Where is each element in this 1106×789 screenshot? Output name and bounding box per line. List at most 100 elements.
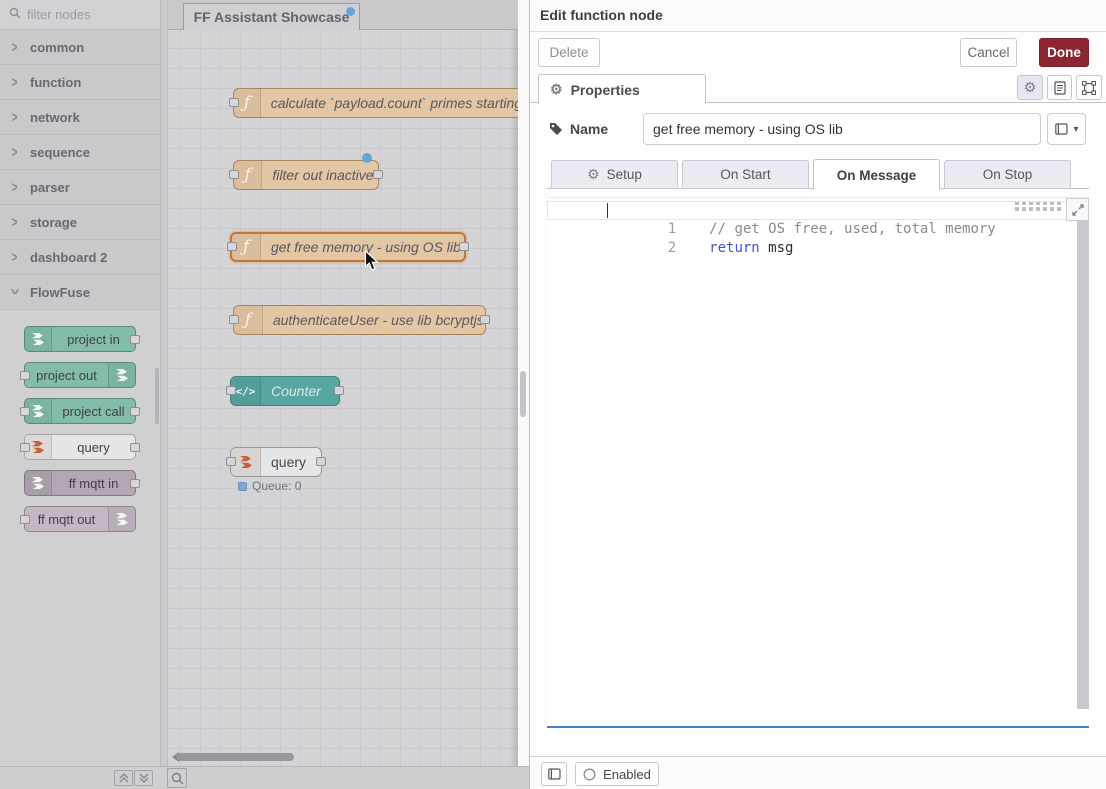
palette-category-sequence[interactable]: > sequence	[0, 135, 160, 170]
flow-tab[interactable]: FF Assistant Showcase	[183, 3, 360, 30]
properties-tab-label: Properties	[571, 82, 640, 98]
input-port[interactable]	[229, 98, 239, 107]
node-counter[interactable]: </> Counter	[230, 376, 340, 406]
horizontal-scrollbar[interactable]	[176, 753, 294, 761]
palette-category-function[interactable]: > function	[0, 65, 160, 100]
library-button[interactable]	[541, 762, 567, 786]
palette-node-ff-mqtt-out[interactable]: ff mqtt out	[24, 506, 136, 532]
tab-on-start[interactable]: On Start	[682, 160, 809, 189]
code-editor[interactable]: 1// get OS free, used, total memory 2ret…	[547, 197, 1089, 728]
input-port[interactable]	[20, 371, 30, 380]
chevron-right-icon: >	[12, 179, 18, 196]
node-filter-out-inactive[interactable]: ƒ filter out inactive	[233, 160, 379, 190]
input-port[interactable]	[226, 386, 236, 395]
output-port[interactable]	[373, 170, 383, 179]
edit-properties-button[interactable]: ⚙	[1017, 75, 1043, 100]
input-port[interactable]	[20, 515, 30, 524]
node-status: Queue: 0	[238, 479, 301, 493]
canvas-vscroll-track[interactable]	[518, 0, 529, 766]
node-authenticate-user[interactable]: ƒ authenticateUser - use lib bcryptjs	[233, 305, 486, 335]
name-input[interactable]	[643, 113, 1041, 145]
input-port[interactable]	[229, 315, 239, 324]
status-text: Queue: 0	[252, 479, 301, 493]
palette: > common > function > network > sequence…	[0, 0, 161, 766]
editor-line: 2return msg	[547, 220, 1076, 239]
flow-canvas: FF Assistant Showcase ƒ calculate `paylo…	[168, 0, 518, 766]
output-port[interactable]	[316, 457, 326, 466]
code-keyword: return	[709, 240, 760, 256]
output-port[interactable]	[334, 386, 344, 395]
workspace-grid[interactable]: ƒ calculate `payload.count` primes start…	[168, 30, 518, 766]
palette-node-label: ff mqtt out	[25, 507, 108, 531]
palette-node-label: ff mqtt in	[52, 471, 135, 495]
palette-category-storage[interactable]: > storage	[0, 205, 160, 240]
palette-node-list: project in project out project call	[0, 310, 160, 532]
input-port[interactable]	[226, 457, 236, 466]
dialog-body: Name ▾ ⚙ Setup On Start On Message	[530, 103, 1106, 756]
output-port[interactable]	[130, 479, 140, 488]
appearance-button[interactable]	[1076, 75, 1102, 100]
input-port[interactable]	[229, 170, 239, 179]
node-query[interactable]: query	[230, 447, 322, 477]
palette-node-label: project in	[52, 327, 135, 351]
gear-icon: ⚙	[587, 166, 600, 183]
double-chevron-down-icon	[139, 773, 149, 783]
delete-button[interactable]: Delete	[538, 38, 600, 67]
double-chevron-up-icon	[119, 773, 129, 783]
palette-category-flowfuse[interactable]: > FlowFuse	[0, 275, 160, 310]
chevron-right-icon: >	[12, 74, 18, 91]
chevron-down-icon: >	[7, 289, 24, 295]
output-port[interactable]	[130, 443, 140, 452]
palette-category-dashboard-2[interactable]: > dashboard 2	[0, 240, 160, 275]
input-port[interactable]	[227, 242, 237, 251]
chevron-right-icon: >	[12, 109, 18, 126]
book-icon	[547, 768, 562, 781]
chevron-right-icon: >	[12, 144, 18, 161]
editor-minimap[interactable]	[1015, 202, 1061, 211]
done-button[interactable]: Done	[1039, 38, 1089, 67]
node-calculate-primes[interactable]: ƒ calculate `payload.count` primes start…	[233, 88, 518, 118]
palette-node-project-in[interactable]: project in	[24, 326, 136, 352]
palette-search[interactable]	[0, 0, 160, 30]
search-icon	[9, 6, 21, 24]
palette-scrollbar[interactable]	[155, 368, 159, 424]
palette-filter-input[interactable]	[27, 7, 142, 22]
category-label: sequence	[30, 145, 90, 160]
input-port[interactable]	[20, 407, 30, 416]
palette-node-project-out[interactable]: project out	[24, 362, 136, 388]
editor-expand-button[interactable]	[1066, 198, 1089, 221]
palette-node-ff-mqtt-in[interactable]: ff mqtt in	[24, 470, 136, 496]
editor-scrollbar[interactable]	[1077, 221, 1089, 709]
changed-dot	[362, 153, 372, 163]
tab-on-stop[interactable]: On Stop	[944, 160, 1071, 189]
expand-all-button[interactable]	[134, 770, 153, 786]
palette-category-network[interactable]: > network	[0, 100, 160, 135]
chevron-right-icon: >	[12, 249, 18, 266]
cancel-button[interactable]: Cancel	[960, 38, 1017, 67]
tab-properties[interactable]: ⚙ Properties	[538, 74, 706, 104]
palette-category-common[interactable]: > common	[0, 30, 160, 65]
output-port[interactable]	[459, 242, 469, 251]
tab-modified-dot	[346, 7, 355, 16]
status-dot-icon	[238, 482, 247, 491]
output-port[interactable]	[480, 315, 490, 324]
tab-on-message[interactable]: On Message	[813, 159, 940, 190]
enabled-toggle-button[interactable]: Enabled	[575, 762, 659, 786]
output-port[interactable]	[130, 335, 140, 344]
palette-node-project-call[interactable]: project call	[24, 398, 136, 424]
zoom-search-button[interactable]	[167, 768, 187, 788]
circle-icon	[583, 768, 596, 781]
palette-node-query[interactable]: query	[24, 434, 136, 460]
palette-node-label: query	[52, 435, 135, 459]
canvas-vscroll-thumb[interactable]	[520, 371, 526, 417]
category-label: network	[30, 110, 80, 125]
description-button[interactable]	[1047, 75, 1072, 100]
tab-setup[interactable]: ⚙ Setup	[551, 160, 678, 189]
library-dropdown-button[interactable]: ▾	[1047, 113, 1086, 145]
input-port[interactable]	[20, 443, 30, 452]
workspace-footer	[0, 766, 529, 789]
collapse-all-button[interactable]	[114, 770, 133, 786]
palette-category-parser[interactable]: > parser	[0, 170, 160, 205]
node-get-free-memory[interactable]: ƒ get free memory - using OS lib	[230, 232, 466, 262]
output-port[interactable]	[130, 407, 140, 416]
